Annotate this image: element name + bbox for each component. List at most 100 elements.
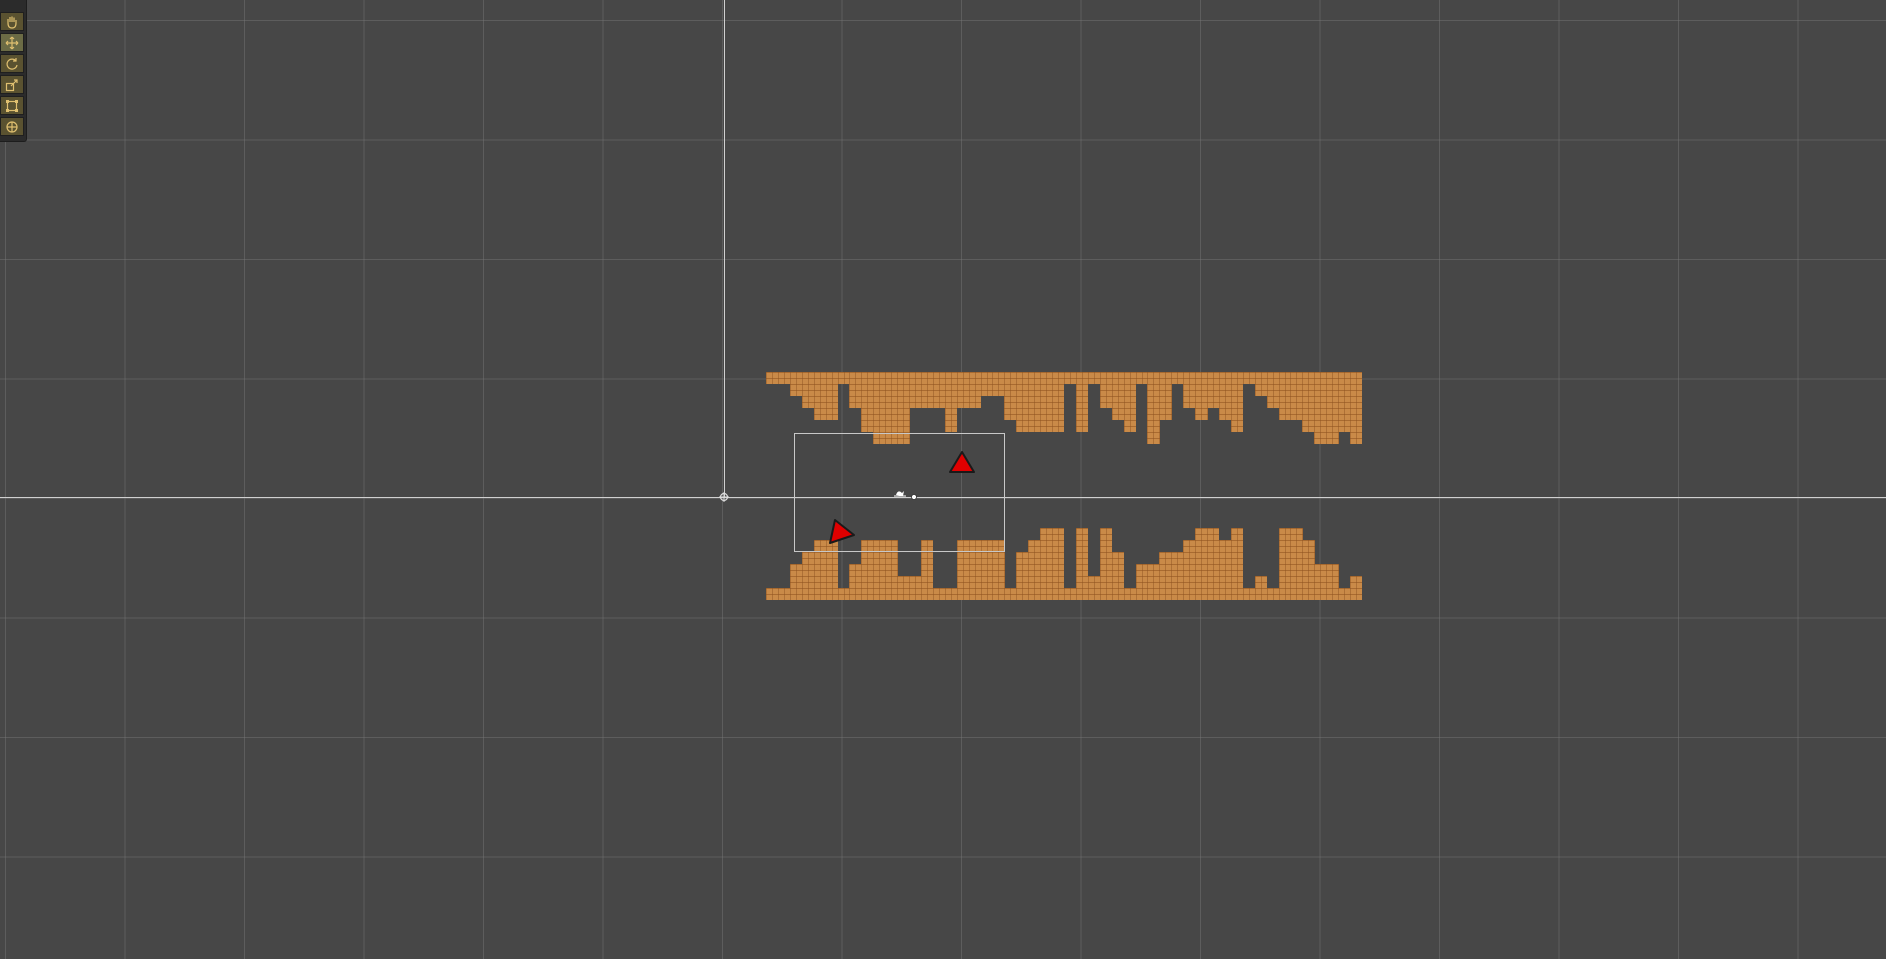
floor-tile-column <box>1004 588 1017 600</box>
floor-tile-column <box>1314 564 1327 600</box>
floor-tile-column <box>1302 540 1315 600</box>
scene-viewport[interactable] <box>0 0 1886 959</box>
camera-gizmo-icon[interactable] <box>894 486 918 502</box>
move-arrows-icon <box>5 36 19 49</box>
ceiling-tile-column <box>801 372 815 408</box>
rect-tool[interactable] <box>0 96 24 115</box>
floor-tile-column <box>849 564 862 600</box>
floor-tile-column <box>837 588 850 600</box>
floor-tile-column <box>909 576 922 600</box>
floor-tile-column <box>1350 576 1363 600</box>
floor-tile-column <box>777 588 791 600</box>
ceiling-tile-column <box>1314 372 1327 444</box>
floor-tile-column <box>1040 528 1053 600</box>
floor-tile-column <box>1266 588 1280 600</box>
ceiling-tile-column <box>956 372 970 408</box>
floor-tile-column <box>1278 528 1291 600</box>
player-marker-tilted[interactable] <box>826 518 856 546</box>
player-marker-upright[interactable] <box>948 450 976 474</box>
floor-tile-column <box>1159 552 1172 600</box>
floor-tile-column <box>1028 540 1041 600</box>
ceiling-tile-column <box>1195 372 1208 420</box>
floor-tile-column <box>1183 540 1196 600</box>
ceiling-tile-column <box>932 372 946 408</box>
hand-icon <box>7 16 17 29</box>
ceiling-tile-column <box>1218 372 1232 420</box>
floor-tile-column <box>1254 576 1268 600</box>
ceiling-tile-column <box>1040 372 1053 432</box>
ceiling-tile-column <box>1266 372 1280 408</box>
ceiling-tile-column <box>1147 372 1160 444</box>
ceiling-tile-column <box>909 372 922 408</box>
floor-tile-column <box>1171 552 1184 600</box>
floor-tile-column <box>1195 528 1208 600</box>
ceiling-tile-column <box>920 372 934 408</box>
ceiling-tile-column <box>1350 372 1363 444</box>
ceiling-tile-column <box>825 372 838 420</box>
floor-tile-column <box>944 588 958 600</box>
ceiling-tile-column <box>968 372 982 408</box>
ceiling-tile-column <box>1004 372 1017 420</box>
ceiling-tile-column <box>1326 372 1339 444</box>
ceiling-tile-column <box>1338 372 1351 432</box>
floor-tile-column <box>1064 588 1077 600</box>
tool-palette <box>0 0 27 142</box>
ceiling-tile-column <box>1302 372 1315 432</box>
floor-tile-column <box>1111 552 1125 600</box>
floor-tile-column <box>1099 528 1113 600</box>
rotate-tool[interactable] <box>0 54 24 73</box>
hand-tool[interactable] <box>0 12 24 31</box>
ceiling-tile-column <box>1171 372 1184 384</box>
floor-tile-column <box>1242 588 1256 600</box>
ceiling-tile-column <box>1230 372 1244 432</box>
floor-tile-column <box>1123 588 1136 600</box>
transform-tool[interactable] <box>0 117 24 136</box>
floor-tile-column <box>1230 528 1244 600</box>
floor-tile-column <box>1290 528 1303 600</box>
rect-transform-icon <box>6 99 18 112</box>
floor-tile-column <box>1016 552 1029 600</box>
ceiling-tile-column <box>1254 372 1268 396</box>
floor-tile-column <box>801 552 815 600</box>
ceiling-tile-column <box>1278 372 1291 420</box>
ceiling-tile-column <box>1183 372 1196 408</box>
move-tool[interactable] <box>0 33 24 52</box>
floor-tile-column <box>897 576 910 600</box>
ceiling-tile-column <box>849 372 862 408</box>
floor-tile-column <box>1135 564 1148 600</box>
ceiling-tile-column <box>1159 372 1172 420</box>
floor-tile-column <box>766 588 779 600</box>
ceiling-tile-column <box>1111 372 1125 420</box>
ceiling-tile-column <box>1290 372 1303 420</box>
ceiling-tile-column <box>1052 372 1065 432</box>
ceiling-tile-column <box>1064 372 1077 384</box>
ceiling-tile-column <box>777 372 791 384</box>
ceiling-tile-column <box>1242 372 1256 384</box>
ceiling-tile-column <box>992 372 1005 396</box>
floor-tile-column <box>1326 564 1339 600</box>
ceiling-tile-column <box>1123 372 1136 432</box>
floor-tile-column <box>1087 576 1101 600</box>
ceiling-tile-column <box>789 372 803 396</box>
floor-tile-column <box>1207 528 1220 600</box>
ceiling-tile-column <box>766 372 779 384</box>
floor-tile-column <box>789 564 803 600</box>
ceiling-tile-column <box>1016 372 1029 432</box>
floor-tile-column <box>1218 540 1232 600</box>
floor-tile-column <box>1052 528 1065 600</box>
ceiling-tile-column <box>1135 372 1148 384</box>
ceiling-tile-column <box>1075 372 1089 432</box>
scale-icon <box>5 78 18 91</box>
ceiling-tile-column <box>1087 372 1101 384</box>
ceiling-tile-column <box>813 372 827 420</box>
floor-tile-column <box>1075 528 1089 600</box>
scale-tool[interactable] <box>0 75 24 94</box>
ceiling-tile-column <box>1028 372 1041 432</box>
ceiling-tile-column <box>837 372 850 384</box>
ceiling-tile-column <box>861 372 874 432</box>
y-axis-line <box>724 0 725 497</box>
ceiling-tile-column <box>1099 372 1113 408</box>
world-origin-icon <box>719 492 729 502</box>
floor-tile-column <box>1338 588 1351 600</box>
ceiling-tile-column <box>980 372 993 396</box>
